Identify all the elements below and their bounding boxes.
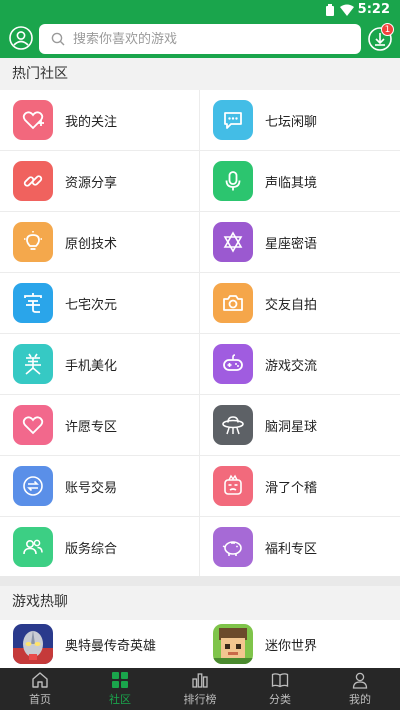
nav-label: 分类 [269, 693, 291, 706]
wifi-icon [340, 4, 354, 16]
community-item-label: 游戏交流 [265, 358, 318, 374]
heart-outline-icon [13, 405, 53, 445]
ultraman-game-icon [13, 624, 53, 664]
nav-label: 排行榜 [183, 693, 217, 706]
nav-profile[interactable]: 我的 [320, 668, 400, 710]
star-of-david-icon [213, 222, 253, 262]
community-item-welfare[interactable]: 福利专区 [200, 517, 400, 578]
community-item-horoscope[interactable]: 星座密语 [200, 212, 400, 273]
exchange-icon [13, 466, 53, 506]
mei-character-icon [13, 344, 53, 384]
community-item-label: 我的关注 [65, 114, 118, 130]
nav-category[interactable]: 分类 [240, 668, 320, 710]
piggy-bank-icon [213, 527, 253, 567]
status-bar: 5:22 [0, 0, 400, 20]
lightbulb-icon [13, 222, 53, 262]
section-title-game-talk: 游戏热聊 [0, 586, 400, 618]
nav-community[interactable]: 社区 [80, 668, 160, 710]
search-input[interactable] [73, 31, 333, 47]
community-item-phone-theme[interactable]: 手机美化 [0, 334, 200, 395]
community-item-label: 版务综合 [65, 541, 118, 557]
gamepad-icon [213, 344, 253, 384]
community-item-chat[interactable]: 七坛闲聊 [200, 90, 400, 151]
link-icon [13, 161, 53, 201]
group-icon [13, 527, 53, 567]
book-icon [271, 673, 289, 688]
community-item-label: 七宅次元 [65, 297, 118, 313]
nav-ranking[interactable]: 排行榜 [160, 668, 240, 710]
community-item-account-trade[interactable]: 账号交易 [0, 456, 200, 517]
ranking-icon [192, 673, 208, 688]
bottom-navigation: 首页 社区 排行榜 分类 我的 [0, 668, 400, 710]
zhai-character-icon [13, 283, 53, 323]
community-item-label: 交友自拍 [265, 297, 318, 313]
game-item-mini-world[interactable]: 迷你世界 [200, 620, 400, 668]
nav-label: 社区 [109, 693, 131, 706]
search-bar[interactable] [39, 24, 361, 54]
community-item-brainstorm[interactable]: 脑洞星球 [200, 395, 400, 456]
camera-icon [213, 283, 253, 323]
battery-icon [326, 4, 334, 16]
ufo-icon [213, 405, 253, 445]
mini-world-game-icon [213, 624, 253, 664]
user-profile-icon[interactable] [9, 26, 33, 50]
nav-label: 我的 [349, 693, 371, 706]
app-bar: 1 [0, 20, 400, 58]
game-item-label: 奥特曼传奇英雄 [65, 638, 157, 654]
community-grid-icon [112, 672, 128, 688]
community-item-label: 资源分享 [65, 175, 118, 191]
community-item-funny[interactable]: 滑了个稽 [200, 456, 400, 517]
community-item-label: 手机美化 [65, 358, 118, 374]
chat-bubble-icon [213, 100, 253, 140]
game-list: 奥特曼传奇英雄 迷你世界 [0, 620, 400, 668]
community-item-my-follow[interactable]: 我的关注 [0, 90, 200, 151]
community-item-wish[interactable]: 许愿专区 [0, 395, 200, 456]
nav-label: 首页 [29, 693, 51, 706]
community-item-otaku[interactable]: 七宅次元 [0, 273, 200, 334]
microphone-icon [213, 161, 253, 201]
funny-face-icon [213, 466, 253, 506]
game-item-ultraman[interactable]: 奥特曼传奇英雄 [0, 620, 200, 668]
community-item-label: 七坛闲聊 [265, 114, 318, 130]
community-item-voice[interactable]: 声临其境 [200, 151, 400, 212]
game-item-label: 迷你世界 [265, 638, 318, 654]
community-item-resource-share[interactable]: 资源分享 [0, 151, 200, 212]
community-item-label: 原创技术 [65, 236, 118, 252]
status-time: 5:22 [357, 2, 390, 17]
community-item-original-tech[interactable]: 原创技术 [0, 212, 200, 273]
community-item-game-talk[interactable]: 游戏交流 [200, 334, 400, 395]
download-count-badge: 1 [381, 23, 394, 36]
nav-home[interactable]: 首页 [0, 668, 80, 710]
search-icon [51, 32, 65, 46]
section-divider [0, 576, 400, 586]
person-icon [352, 672, 368, 689]
community-item-label: 福利专区 [265, 541, 318, 557]
community-item-label: 脑洞星球 [265, 419, 318, 435]
home-icon [32, 672, 48, 688]
community-item-label: 账号交易 [65, 480, 118, 496]
community-item-selfie[interactable]: 交友自拍 [200, 273, 400, 334]
community-item-label: 许愿专区 [65, 419, 118, 435]
section-title-hot-community: 热门社区 [0, 58, 400, 90]
heart-plus-icon [13, 100, 53, 140]
community-item-label: 声临其境 [265, 175, 318, 191]
community-item-admin[interactable]: 版务综合 [0, 517, 200, 578]
community-item-label: 星座密语 [265, 236, 318, 252]
community-item-label: 滑了个稽 [265, 480, 318, 496]
